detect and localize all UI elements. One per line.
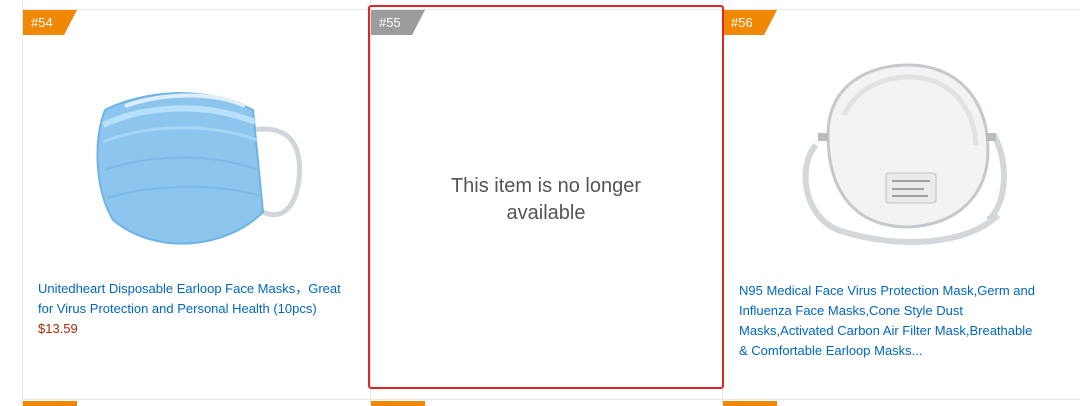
bottom-divider [22,399,1080,400]
n95-respirator-mask-image[interactable] [798,55,1008,255]
rank-badge: #54 [23,10,77,35]
next-row-badge-tab [371,401,425,406]
unavailable-message: This item is no longer available [371,173,721,227]
rank-badge: #56 [723,10,777,35]
product-title-line-3[interactable]: Masks,Activated Carbon Air Filter Mask,B… [739,322,1032,339]
unavailable-line-1: This item is no longer [450,175,642,197]
product-price: $13.59 [38,321,78,336]
product-card-54: #54 Unitedheart Disposable Earloop Face … [23,10,369,390]
rank-badge: #55 [371,10,425,35]
next-row-badge-tab [723,401,777,406]
product-card-55: #55 This item is no longer available [371,10,721,390]
product-title-line-4[interactable]: & Comfortable Earloop Masks... [739,342,923,359]
next-row-badge-tab [23,401,77,406]
product-card-56: #56 N95 Medical Face Virus Protection Ma… [723,10,1080,390]
unavailable-line-2: available [506,202,586,224]
product-title-line-2[interactable]: for Virus Protection and Personal Health… [38,300,317,317]
surgical-face-mask-image[interactable] [85,70,305,260]
product-title-line-2[interactable]: Influenza Face Masks,Cone Style Dust [739,302,963,319]
product-title-line-1[interactable]: N95 Medical Face Virus Protection Mask,G… [739,282,1035,299]
product-title-line-1[interactable]: Unitedheart Disposable Earloop Face Mask… [38,280,341,297]
